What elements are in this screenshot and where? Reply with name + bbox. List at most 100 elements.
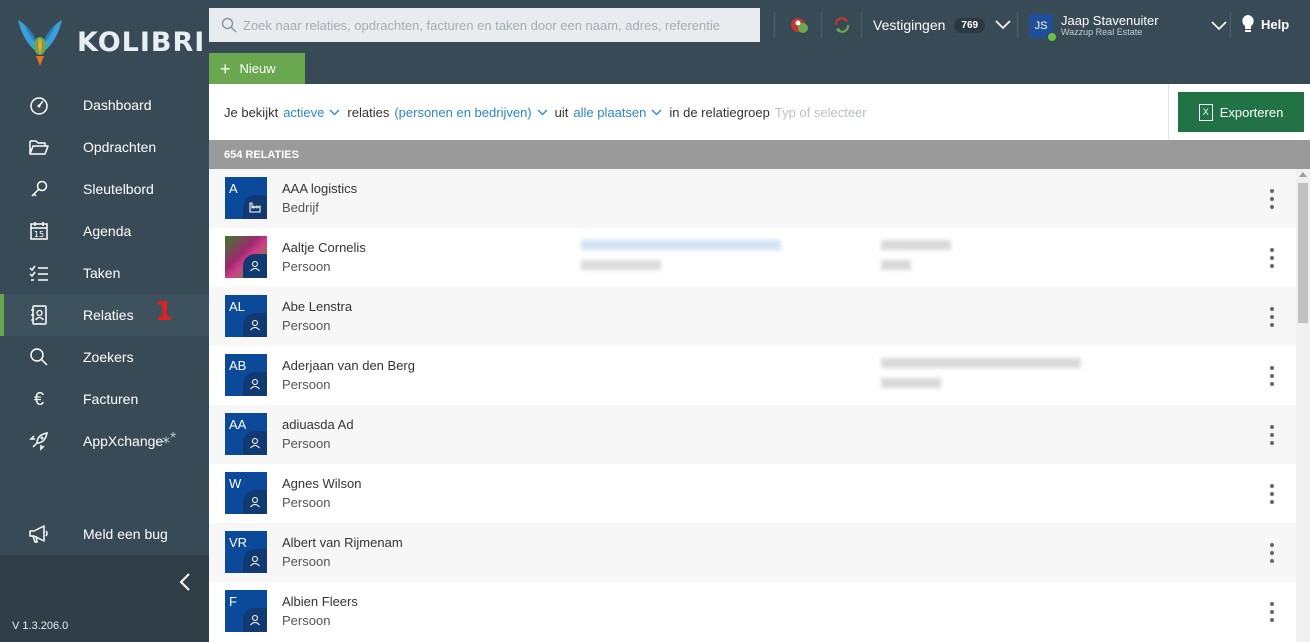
- sidebar-item-label: Sleutelbord: [83, 181, 154, 197]
- relation-name: AAA logistics: [282, 181, 358, 196]
- notification-badge-icon[interactable]: [786, 12, 812, 38]
- sidebar-item-taken[interactable]: Taken: [0, 252, 209, 294]
- search-icon: [28, 346, 50, 368]
- more-options-icon[interactable]: [1267, 307, 1277, 327]
- more-options-icon[interactable]: [1267, 602, 1277, 622]
- vestigingen-label: Vestigingen: [873, 17, 946, 33]
- status-filter-dropdown[interactable]: actieve: [283, 105, 340, 120]
- checklist-icon: [28, 262, 50, 284]
- new-button[interactable]: + Nieuw: [209, 53, 305, 84]
- chevron-down-icon: [329, 109, 340, 115]
- relation-name: Abe Lenstra: [282, 299, 353, 314]
- sidebar-item-label: Agenda: [83, 223, 132, 239]
- relation-name: Aderjaan van den Berg: [282, 358, 415, 373]
- top-bar: Vestigingen 769 JS Jaap Stavenuiter Wazz…: [209, 0, 1310, 84]
- sync-icon[interactable]: [829, 12, 855, 38]
- relation-type: Persoon: [282, 436, 331, 451]
- divider: [1230, 12, 1231, 38]
- relation-avatar: VR: [225, 531, 267, 573]
- sidebar-item-dashboard[interactable]: Dashboard: [0, 84, 209, 126]
- collapse-sidebar-button[interactable]: [0, 555, 209, 609]
- relation-photo: [225, 236, 267, 278]
- relation-type: Persoon: [282, 495, 331, 510]
- avatar: JS: [1029, 14, 1057, 42]
- report-bug-button[interactable]: Meld een bug: [0, 513, 209, 555]
- logo[interactable]: KOLIBRI: [0, 0, 209, 84]
- list-item[interactable]: AB Aderjaan van den Berg Persoon: [209, 346, 1296, 405]
- more-options-icon[interactable]: [1267, 248, 1277, 268]
- sidebar-item-label: Relaties: [83, 307, 134, 323]
- user-menu[interactable]: JS Jaap Stavenuiter Wazzup Real Estate: [1029, 12, 1227, 42]
- list-item[interactable]: A AAA logistics Bedrijf: [209, 169, 1296, 228]
- sidebar-item-relaties[interactable]: Relaties 1: [0, 294, 209, 336]
- sidebar-item-label: Dashboard: [83, 97, 152, 113]
- search-input[interactable]: [243, 10, 743, 40]
- relaties-list: A AAA logistics Bedrijf Aaltje Cornelis …: [209, 169, 1296, 642]
- folder-open-icon: [28, 136, 50, 158]
- more-options-icon[interactable]: [1267, 425, 1277, 445]
- list-item[interactable]: W Agnes Wilson Persoon: [209, 464, 1296, 523]
- global-search: [209, 8, 760, 42]
- scroll-up-arrow-icon[interactable]: [1299, 172, 1307, 177]
- sidebar-item-sleutelbord[interactable]: Sleutelbord: [0, 168, 209, 210]
- vestigingen-count-badge: 769: [954, 17, 986, 33]
- person-icon: [243, 608, 267, 632]
- chevron-down-icon: [1211, 21, 1227, 31]
- export-button-label: Exporteren: [1219, 104, 1284, 120]
- user-name: Jaap Stavenuiter: [1061, 13, 1159, 28]
- list-scrollbar[interactable]: [1296, 169, 1310, 642]
- filter-uit-text: uit: [554, 104, 569, 120]
- relation-type: Persoon: [282, 554, 331, 569]
- sidebar-item-label: Facturen: [83, 391, 139, 407]
- user-organization: Wazzup Real Estate: [1061, 27, 1143, 37]
- sparkle-icon: ⁎*: [162, 430, 177, 447]
- redacted-detail: [881, 378, 941, 388]
- sidebar-item-opdrachten[interactable]: Opdrachten: [0, 126, 209, 168]
- chevron-down-icon: [995, 20, 1011, 30]
- relation-avatar: F: [225, 590, 267, 632]
- sidebar-item-label: Opdrachten: [83, 139, 157, 155]
- more-options-icon[interactable]: [1267, 189, 1277, 209]
- help-button[interactable]: Help: [1241, 14, 1289, 34]
- redacted-address: [881, 358, 1081, 368]
- scrollbar-thumb[interactable]: [1298, 183, 1308, 323]
- sidebar-item-appxchange[interactable]: AppXchange ⁎*: [0, 420, 209, 462]
- type-filter-dropdown[interactable]: (personen en bedrijven): [394, 105, 548, 120]
- list-item[interactable]: AL Abe Lenstra Persoon: [209, 287, 1296, 346]
- more-options-icon[interactable]: [1267, 366, 1277, 386]
- search-icon: [221, 17, 237, 33]
- chevron-down-icon: [537, 109, 548, 115]
- divider: [774, 12, 775, 38]
- vestigingen-dropdown[interactable]: Vestigingen 769: [873, 14, 1011, 36]
- more-options-icon[interactable]: [1267, 484, 1277, 504]
- person-icon: [243, 313, 267, 337]
- sidebar-item-label: AppXchange: [83, 433, 164, 449]
- sidebar-item-label: Zoekers: [83, 349, 134, 365]
- redacted-email: [581, 240, 781, 250]
- relation-name: Agnes Wilson: [282, 476, 362, 491]
- chevron-left-icon: [179, 573, 190, 591]
- redacted-phone: [581, 260, 661, 270]
- place-filter-dropdown[interactable]: alle plaatsen: [573, 105, 662, 120]
- person-icon: [243, 431, 267, 455]
- list-item[interactable]: VR Albert van Rijmenam Persoon: [209, 523, 1296, 582]
- relaties-count-header: 654 RELATIES: [209, 140, 1310, 169]
- relation-type: Persoon: [282, 259, 331, 274]
- relation-name: adiuasda Ad: [282, 417, 354, 432]
- list-item[interactable]: AA adiuasda Ad Persoon: [209, 405, 1296, 464]
- sidebar-item-facturen[interactable]: € Facturen: [0, 378, 209, 420]
- relation-avatar: AB: [225, 354, 267, 396]
- factory-icon: [243, 195, 267, 219]
- hummingbird-logo-icon: [18, 20, 62, 66]
- filter-prefix: Je bekijkt: [224, 104, 279, 120]
- sidebar-item-zoekers[interactable]: Zoekers: [0, 336, 209, 378]
- export-button[interactable]: X Exporteren: [1178, 92, 1304, 132]
- list-item[interactable]: Aaltje Cornelis Persoon: [209, 228, 1296, 287]
- sidebar-item-agenda[interactable]: 15 Agenda: [0, 210, 209, 252]
- more-options-icon[interactable]: [1267, 543, 1277, 563]
- relation-type: Persoon: [282, 377, 331, 392]
- relation-type: Persoon: [282, 318, 331, 333]
- group-select-input[interactable]: Typ of selecteer: [775, 105, 867, 120]
- help-label: Help: [1261, 16, 1290, 32]
- list-item[interactable]: F Albien Fleers Persoon: [209, 582, 1296, 641]
